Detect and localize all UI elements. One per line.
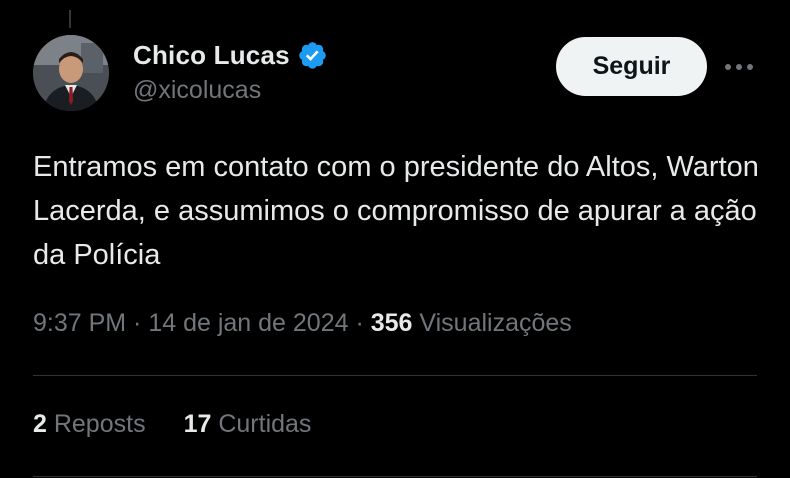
author-display-name[interactable]: Chico Lucas [133,40,290,71]
meta-separator: · [126,309,149,337]
reposts-count: 2 [33,410,47,438]
more-horizontal-icon [725,64,753,70]
author-handle[interactable]: @xicolucas [133,76,261,105]
author-name-row: Chico Lucas [133,37,328,73]
tweet-date[interactable]: 14 de jan de 2024 [148,309,348,337]
avatar-image [33,35,109,111]
tweet-text: Entramos em contato com o presidente do … [33,151,759,271]
views-label: Visualizações [412,309,572,337]
likes-label: Curtidas [211,410,312,438]
tweet-time[interactable]: 9:37 PM [33,309,126,337]
likes-count: 17 [183,410,212,438]
avatar[interactable] [33,35,109,111]
likes-stat[interactable]: 17 Curtidas [184,410,312,439]
tweet-meta: 9:37 PM · 14 de jan de 2024 · 356 Visual… [33,309,572,338]
views-count: 356 [370,309,413,337]
reposts-label: Reposts [46,410,146,438]
meta-separator: · [348,309,371,337]
verified-badge-icon [297,40,328,71]
follow-button[interactable]: Seguir [556,37,707,96]
reposts-stat[interactable]: 2 Reposts [33,410,146,439]
more-options-button[interactable] [721,52,757,82]
thread-connector-line [69,10,71,28]
engagement-stats: 2 Reposts 17 Curtidas [33,410,349,439]
divider [33,375,757,376]
divider [33,476,757,477]
